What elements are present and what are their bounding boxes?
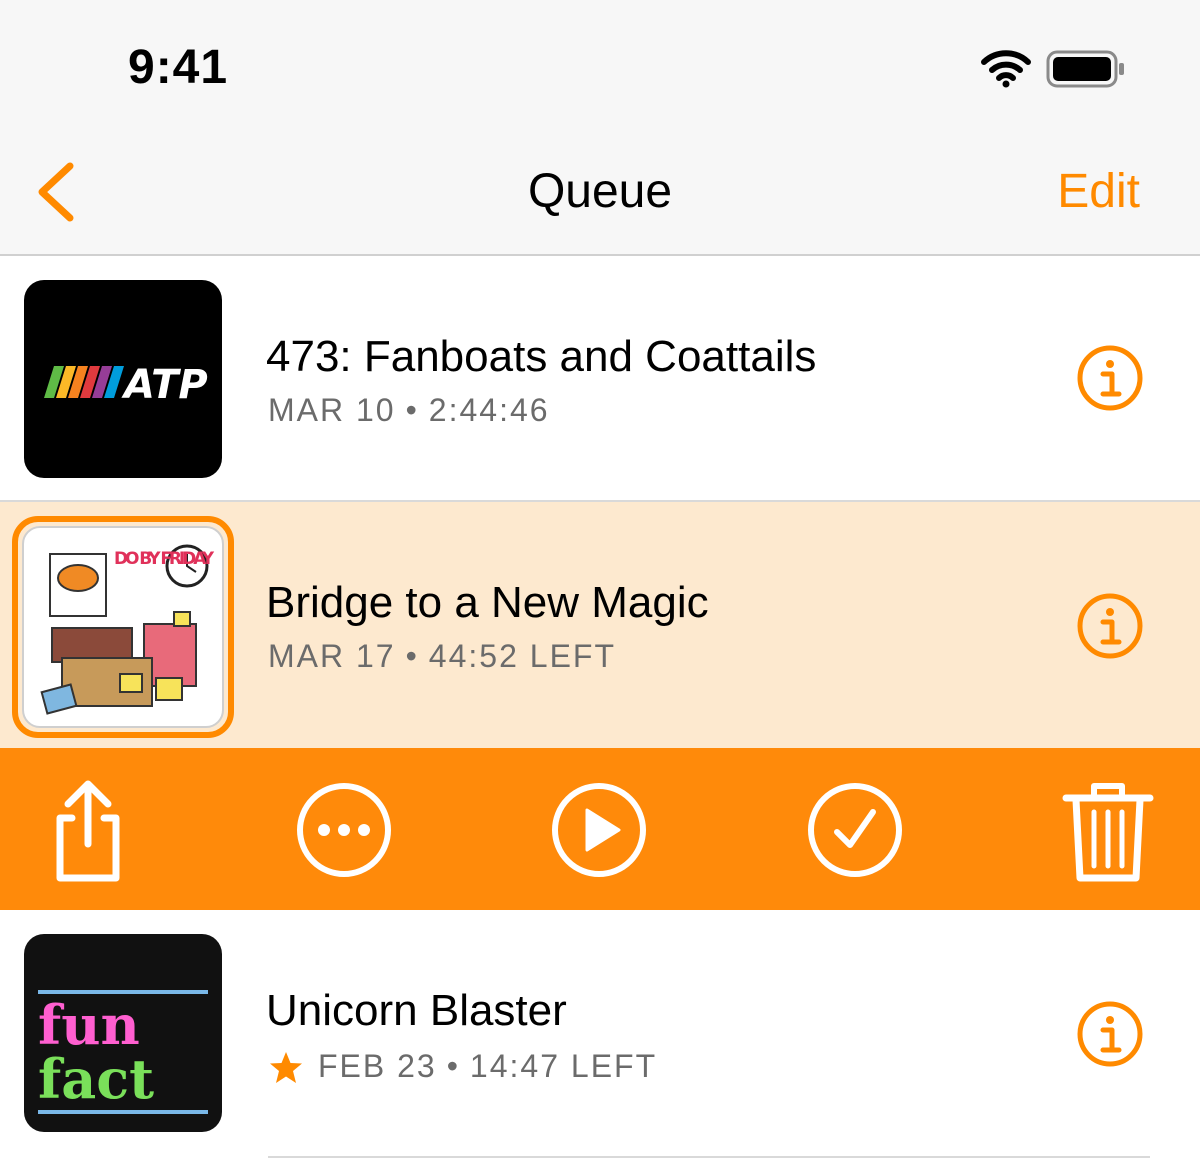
episode-duration: 44:52 LEFT	[428, 638, 616, 674]
status-time: 9:41	[128, 41, 229, 94]
info-icon[interactable]	[1076, 344, 1144, 412]
info-icon[interactable]	[1076, 592, 1144, 660]
artwork-text-fact: fact	[38, 1047, 154, 1111]
podcast-artwork-atp: ATP	[24, 280, 222, 478]
fun-fact-logo: fun fact	[38, 990, 208, 1114]
episode-meta: MAR 10 • 2:44:46	[268, 392, 550, 428]
row-divider	[268, 1156, 1150, 1158]
edit-button[interactable]: Edit	[1057, 164, 1140, 219]
episode-row[interactable]: ATP 473: Fanboats and Coattails MAR 10 • 2…	[0, 256, 1200, 502]
share-icon[interactable]	[38, 778, 142, 882]
episode-meta: FEB 23 • 14:47 LEFT	[318, 1048, 658, 1084]
play-circle-icon[interactable]	[547, 778, 651, 882]
artwork-text: ATP	[121, 362, 208, 408]
episode-date: MAR 10	[268, 392, 396, 428]
trash-icon[interactable]	[1058, 778, 1162, 882]
episode-row-selected[interactable]: DO BY FRIDAY Bridge to a New Magic MAR 1…	[0, 502, 1200, 748]
battery-icon	[1046, 50, 1124, 88]
do-by-friday-illustration: DO BY FRIDAY	[40, 544, 215, 715]
episode-meta: MAR 17 • 44:52 LEFT	[268, 638, 616, 674]
podcast-artwork-do-by-friday: DO BY FRIDAY	[22, 526, 224, 728]
episode-duration: 2:44:46	[428, 392, 550, 428]
episode-action-bar	[0, 748, 1200, 910]
info-icon[interactable]	[1076, 1000, 1144, 1068]
status-bar: 9:41	[0, 0, 1200, 130]
ellipsis-circle-icon[interactable]	[292, 778, 396, 882]
episode-title: Bridge to a New Magic	[266, 578, 709, 627]
atp-logo: ATP	[44, 362, 208, 408]
episode-title: 473: Fanboats and Coattails	[266, 332, 817, 381]
star-icon	[270, 1052, 302, 1083]
navigation-bar: Queue Edit	[0, 130, 1200, 256]
podcast-artwork-fun-fact: fun fact	[24, 934, 222, 1132]
episode-date: FEB 23	[318, 1048, 437, 1084]
episode-title: Unicorn Blaster	[266, 986, 567, 1035]
page-title: Queue	[527, 165, 673, 218]
wifi-icon	[981, 50, 1031, 88]
episode-row[interactable]: fun fact Unicorn Blaster FEB 23 • 14:47 LE…	[0, 910, 1200, 1160]
checkmark-circle-icon[interactable]	[803, 778, 907, 882]
episode-duration: 14:47 LEFT	[469, 1048, 658, 1084]
artwork-text: DO BY FRIDAY	[114, 549, 215, 569]
episode-date: MAR 17	[268, 638, 396, 674]
